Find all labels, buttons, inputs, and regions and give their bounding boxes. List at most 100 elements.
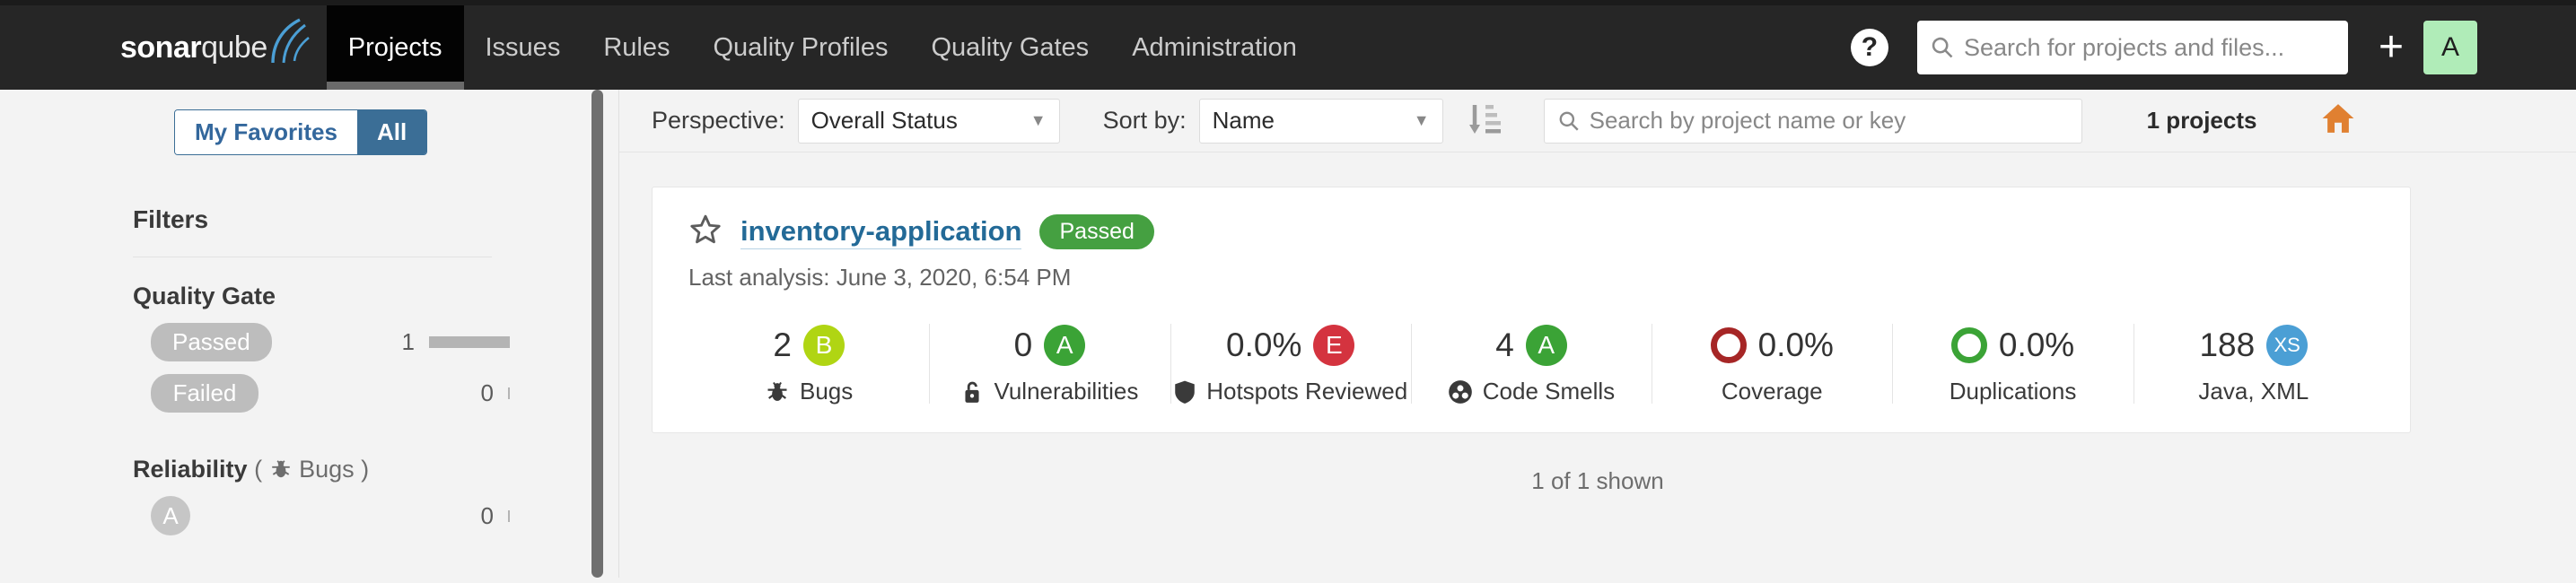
nav-item-rules[interactable]: Rules: [582, 5, 691, 90]
nav-item-administration[interactable]: Administration: [1110, 5, 1319, 90]
navbar-menu: Projects Issues Rules Quality Profiles Q…: [326, 5, 1319, 90]
metric-coverage[interactable]: 0.0% Coverage: [1652, 322, 1892, 405]
facet-count-passed: 1: [401, 328, 415, 355]
metric-value-row: 0 A: [1014, 322, 1086, 369]
facet-title-text: Reliability: [133, 456, 248, 483]
perspective-label: Perspective:: [652, 107, 785, 134]
metric-label-row: Vulnerabilities: [960, 378, 1138, 405]
metric-label: Code Smells: [1482, 378, 1616, 405]
metric-size[interactable]: 188 XS Java, XML: [2133, 322, 2374, 405]
metric-rating-badge: A: [1525, 325, 1567, 366]
home-icon[interactable]: [2321, 101, 2355, 140]
global-search-input[interactable]: Search for projects and files...: [1916, 21, 2348, 74]
facet-reliability-title: Reliability ( Bugs ): [133, 456, 618, 483]
metric-code-smells[interactable]: 4 A Code Smells: [1410, 322, 1652, 405]
nav-item-issues[interactable]: Issues: [464, 5, 583, 90]
metric-label-row: Coverage: [1722, 378, 1823, 405]
facet-quality-gate: Quality Gate Passed 1 Failed 0: [133, 283, 618, 413]
toggle-all[interactable]: All: [356, 110, 427, 154]
metric-label: Hotspots Reviewed: [1206, 378, 1408, 405]
project-search-input[interactable]: Search by project name or key: [1543, 98, 2082, 144]
duplications-ring-icon: [1950, 327, 1987, 363]
facet-title-text: Quality Gate: [133, 283, 276, 309]
metric-value: 2: [773, 326, 792, 363]
navbar-left: sonarqube Projects Issues Rules Quality …: [0, 5, 1319, 90]
project-card: inventory-application Passed Last analys…: [652, 187, 2411, 433]
facet-pill-passed: Passed: [151, 323, 272, 361]
page-body: My Favorites All Filters Quality Gate Pa…: [0, 90, 2576, 578]
project-metrics: 2 B Bugs 0 A Vulnerabilities 0.0% E Hots…: [688, 322, 2374, 405]
projects-count: 1 projects: [2146, 107, 2257, 134]
metric-label-row: Code Smells: [1448, 378, 1615, 405]
metric-value: 0: [1013, 326, 1033, 363]
metric-value-row: 188 XS: [2199, 322, 2309, 369]
favorite-star-icon[interactable]: [688, 213, 723, 251]
size-rating-badge: XS: [2266, 325, 2309, 366]
chevron-down-icon: ▼: [1030, 111, 1047, 129]
perspective-select[interactable]: Overall Status ▼: [797, 98, 1060, 144]
metric-value: 4: [1495, 326, 1514, 363]
facet-pill-failed: Failed: [151, 374, 258, 413]
security-hotspot-icon: [1175, 380, 1195, 404]
metric-value-row: 4 A: [1495, 322, 1567, 369]
last-analysis-date: Last analysis: June 3, 2020, 6:54 PM: [688, 264, 1072, 291]
bug-icon: [271, 460, 290, 478]
metric-value: 188: [2199, 326, 2256, 363]
sort-select[interactable]: Name ▼: [1198, 98, 1443, 144]
code-smell-icon: [1448, 379, 1472, 404]
coverage-ring-icon: [1710, 327, 1747, 363]
metric-value: 0.0%: [1757, 326, 1834, 363]
projects-list: inventory-application Passed Last analys…: [619, 152, 2576, 495]
metric-label-row: Duplications: [1950, 378, 2077, 405]
plus-glyph: +: [2378, 23, 2404, 72]
facet-subtitle: ( Bugs ): [254, 456, 370, 483]
bug-icon: [767, 381, 787, 401]
metric-value-row: 0.0% E: [1226, 322, 1355, 369]
favorites-all-toggle: My Favorites All: [174, 109, 428, 155]
nav-label: Administration: [1132, 32, 1297, 62]
metric-label-row: Hotspots Reviewed: [1173, 378, 1407, 405]
facet-row-passed[interactable]: Passed 1: [133, 323, 510, 361]
sort-value: Name: [1212, 107, 1275, 134]
facet-count-reliability-a: 0: [480, 501, 494, 529]
facet-row-failed[interactable]: Failed 0: [133, 374, 510, 413]
quality-gate-status-badge: Passed: [1039, 214, 1154, 249]
metric-label-row: Java, XML: [2198, 378, 2309, 405]
metric-label: Java, XML: [2198, 378, 2309, 405]
filters-heading: Filters: [133, 205, 209, 233]
navbar-right: ? Search for projects and files... + A: [1850, 5, 2576, 90]
nav-label: Projects: [347, 32, 442, 62]
sort-ascending-icon[interactable]: [1467, 100, 1501, 142]
toggle-my-favorites[interactable]: My Favorites: [175, 110, 357, 154]
metric-value: 0.0%: [1998, 326, 2075, 363]
vulnerability-icon: [965, 381, 980, 403]
project-name-link[interactable]: inventory-application: [740, 214, 1022, 250]
metric-hotspots-reviewed[interactable]: 0.0% E Hotspots Reviewed: [1170, 322, 1411, 405]
create-new-button[interactable]: +: [2379, 26, 2404, 69]
chevron-down-icon: ▼: [1413, 111, 1430, 129]
metric-bugs[interactable]: 2 B Bugs: [688, 322, 929, 405]
facet-row-reliability-a[interactable]: A 0: [133, 496, 510, 535]
brand-text: sonarqube: [120, 30, 267, 65]
nav-item-quality-profiles[interactable]: Quality Profiles: [691, 5, 909, 90]
metric-rating-badge: E: [1313, 325, 1355, 366]
metric-value: 0.0%: [1226, 326, 1302, 363]
help-icon[interactable]: ?: [1850, 29, 1888, 66]
sonarqube-logo[interactable]: sonarqube: [120, 5, 327, 90]
avatar[interactable]: A: [2423, 21, 2477, 74]
metric-value-row: 2 B: [773, 322, 845, 369]
nav-item-quality-gates[interactable]: Quality Gates: [910, 5, 1111, 90]
metric-rating-badge: A: [1044, 325, 1086, 366]
metric-label: Coverage: [1721, 378, 1823, 405]
facet-count-failed: 0: [480, 379, 494, 406]
sidebar-scrollbar[interactable]: [591, 90, 603, 578]
metric-vulnerabilities[interactable]: 0 A Vulnerabilities: [929, 322, 1170, 405]
results-shown-text: 1 of 1 shown: [1531, 467, 1664, 494]
avatar-initial: A: [2440, 32, 2459, 62]
global-search-placeholder: Search for projects and files...: [1963, 33, 2285, 61]
nav-label: Issues: [485, 32, 561, 62]
top-navbar: sonarqube Projects Issues Rules Quality …: [0, 0, 2576, 90]
metric-label: Bugs: [800, 378, 854, 405]
nav-item-projects[interactable]: Projects: [326, 5, 464, 90]
metric-duplications[interactable]: 0.0% Duplications: [1892, 322, 2133, 405]
